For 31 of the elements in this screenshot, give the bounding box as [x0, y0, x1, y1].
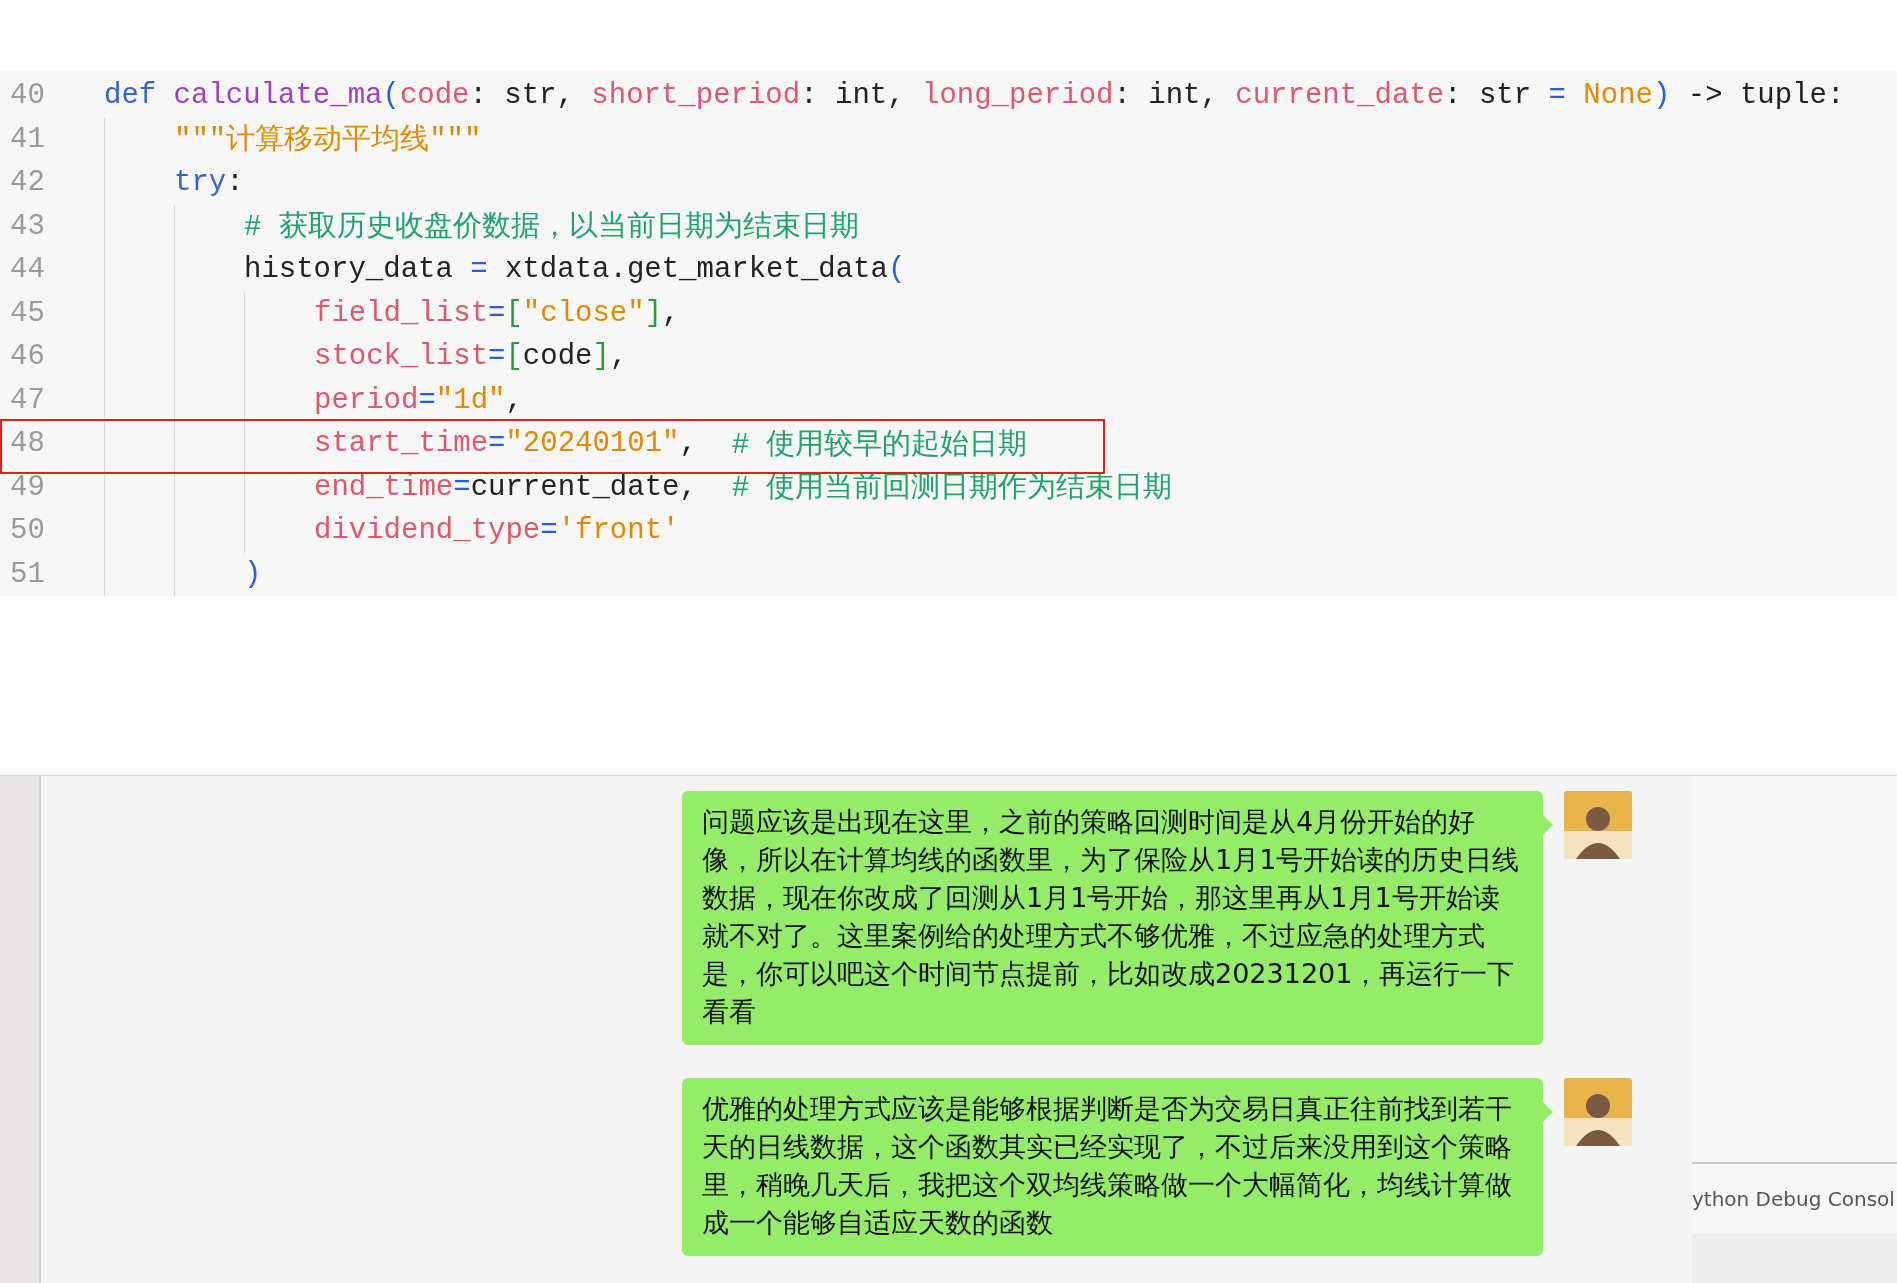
line-number: 41	[9, 122, 46, 156]
line-number: 40	[9, 79, 46, 113]
code-line: # 获取历史收盘价数据，以当前日期为结束日期	[104, 204, 859, 248]
code-line: dividend_type='front'	[104, 509, 680, 553]
line-number: 50	[9, 514, 46, 548]
code-line: period="1d",	[104, 378, 523, 422]
avatar-icon	[1564, 791, 1632, 859]
line-number: 43	[9, 209, 46, 243]
debug-console-tab[interactable]: ython Debug Consol	[1692, 1164, 1897, 1234]
code-line: )	[104, 552, 262, 596]
line-number: 45	[9, 296, 46, 330]
code-line: try:	[104, 161, 244, 205]
code-line: end_time=current_date, # 使用当前回测日期作为结束日期	[104, 465, 1173, 509]
avatar-icon	[1564, 1078, 1632, 1146]
line-number: 47	[9, 383, 46, 417]
chat-bubble: 问题应该是出现在这里，之前的策略回测时间是从4月份开始的好像，所以在计算均线的函数里，为了保险从1月1号开始读的历史日线数据，现在你改成了回测从1月1号开始，那这里再从1月1号开始读就不对了。这里案例给的处理方式不够优雅，不过应急的处理方式是，你可以吧这个时间节点提前，比如改成20231201，再运行一下看看	[682, 791, 1543, 1045]
code-line: stock_list=[code],	[104, 335, 628, 379]
code-line: field_list=["close"],	[104, 291, 680, 335]
code-line: def calculate_ma(code: str, short_period: int, long_period: int, current_date: str = None) -> tuple:	[104, 78, 1845, 115]
line-number: 48	[9, 427, 46, 461]
chat-bubble: 优雅的处理方式应该是能够根据判断是否为交易日真正往前找到若干天的日线数据，这个函数其实已经实现了，不过后来没用到这个策略里，稍晚几天后，我把这个双均线策略做一个大幅简化，均线计算做成一个能够自适应天数的函数	[682, 1078, 1543, 1256]
line-number: 51	[9, 557, 46, 591]
line-number: 49	[9, 470, 46, 504]
line-number: 44	[9, 253, 46, 287]
line-number: 46	[9, 340, 46, 374]
bubble-tail	[1543, 815, 1553, 835]
bubble-tail	[1543, 1102, 1553, 1122]
code-line: history_data = xtdata.get_market_data(	[104, 248, 906, 292]
line-number: 42	[9, 166, 46, 200]
code-line: start_time="20240101", # 使用较早的起始日期	[104, 422, 1028, 466]
code-line: """计算移动平均线"""	[104, 117, 482, 161]
